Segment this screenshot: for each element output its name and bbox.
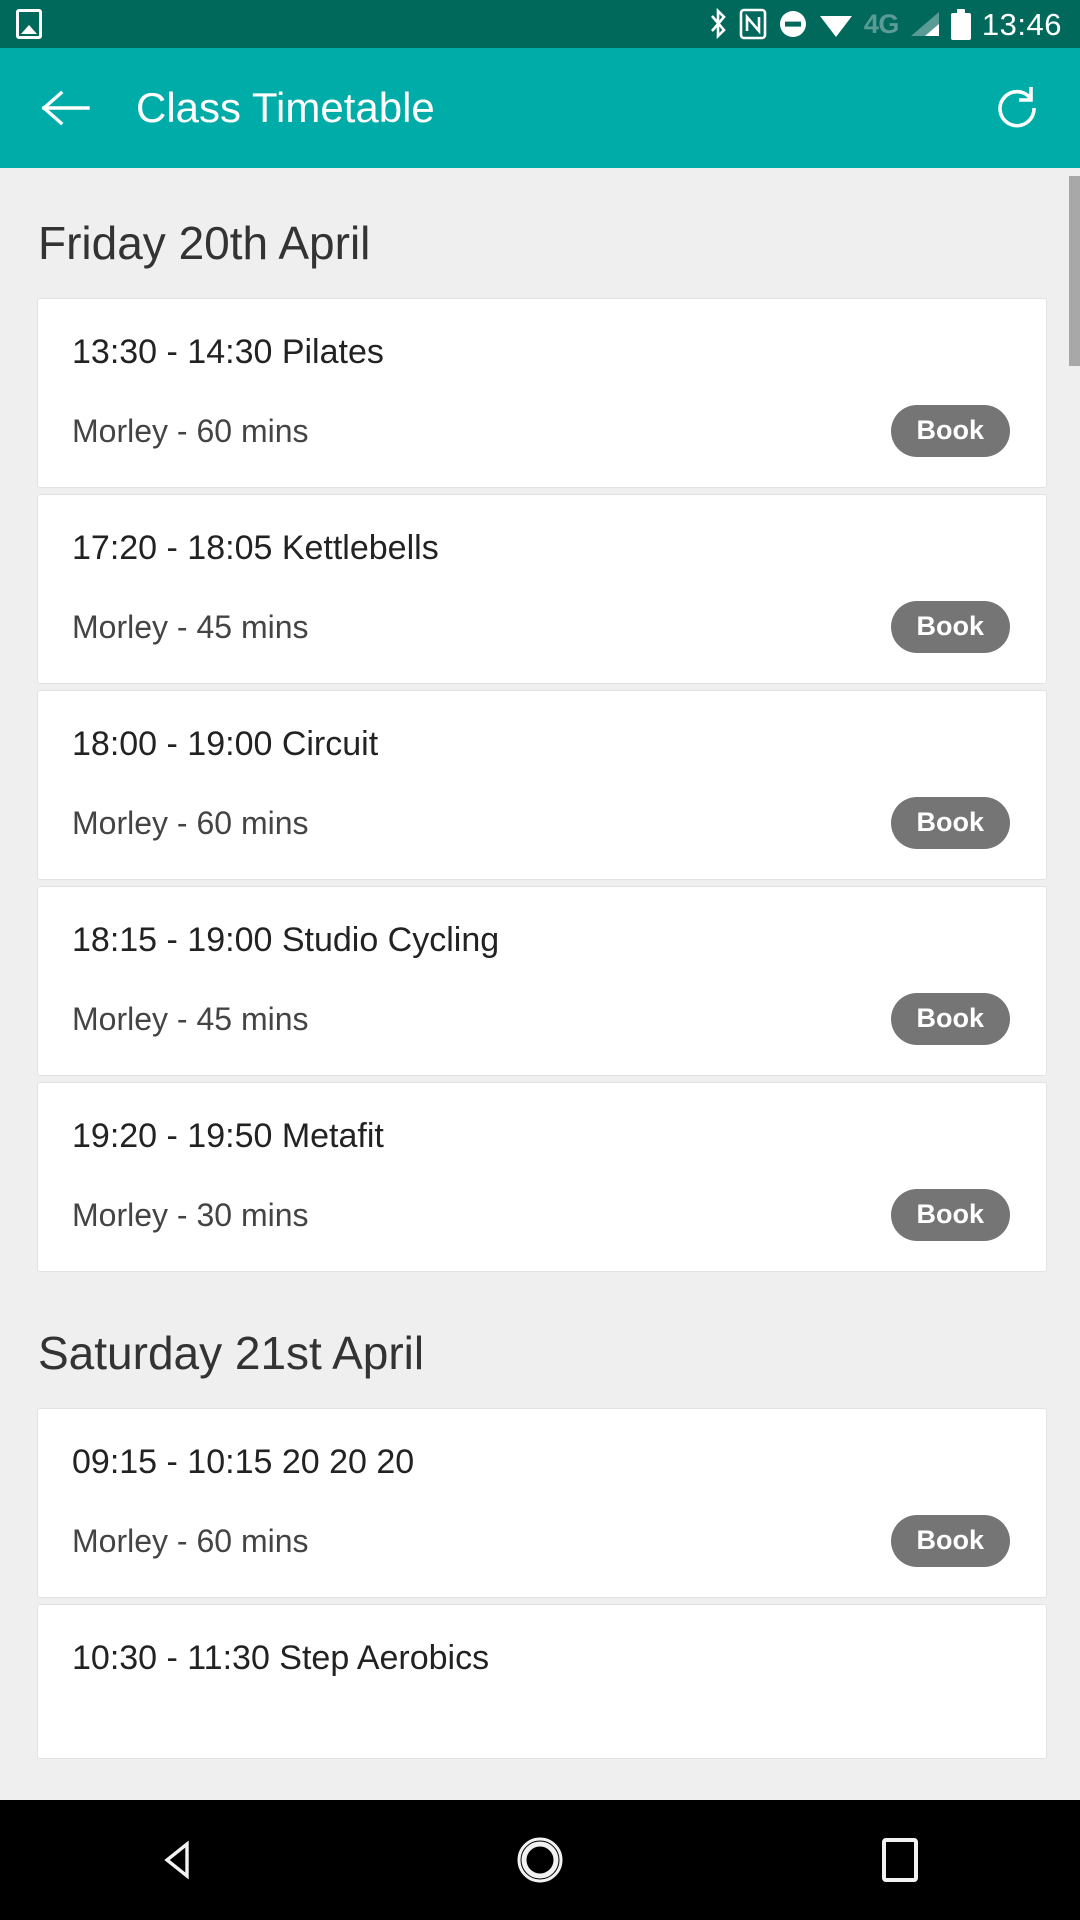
class-title: 13:30 - 14:30 Pilates [72,333,384,371]
app-bar: Class Timetable [0,48,1080,168]
do-not-disturb-icon [778,9,808,39]
class-card-row: Morley - 60 mins Book [72,1515,1016,1567]
nav-back-icon[interactable] [120,1800,240,1920]
class-title: 18:00 - 19:00 Circuit [72,725,379,763]
book-button[interactable]: Book [890,1515,1010,1567]
book-button[interactable]: Book [890,601,1010,653]
class-subtitle: Morley - 60 mins [72,805,309,841]
status-bar-clock: 13:46 [981,6,1062,42]
refresh-button[interactable] [990,81,1044,135]
class-card[interactable]: 19:20 - 19:50 Metafit Morley - 30 mins B… [37,1082,1047,1272]
class-card[interactable]: 18:00 - 19:00 Circuit Morley - 60 mins B… [37,690,1047,880]
nfc-icon [739,8,767,40]
class-card[interactable]: 17:20 - 18:05 Kettlebells Morley - 45 mi… [37,494,1047,684]
class-card-row: Morley - 30 mins Book [72,1189,1016,1241]
battery-icon [950,8,971,40]
book-button[interactable]: Book [890,993,1010,1045]
phone-screen: 4G 13:46 Class Timetable Friday 20th Apr… [0,0,1080,1920]
bluetooth-icon [708,8,728,40]
class-card-row: Morley - 60 mins Book [72,797,1016,849]
class-card[interactable]: 18:15 - 19:00 Studio Cycling Morley - 45… [37,886,1047,1076]
vertical-scrollbar-thumb[interactable] [1069,176,1080,366]
class-card[interactable]: 09:15 - 10:15 20 20 20 Morley - 60 mins … [37,1408,1047,1598]
class-subtitle: Morley - 45 mins [72,609,309,645]
class-title: 17:20 - 18:05 Kettlebells [72,529,439,567]
day-header: Friday 20th April [38,217,371,269]
class-title: 19:20 - 19:50 Metafit [72,1117,384,1155]
status-bar-left [16,9,42,39]
class-card[interactable]: 13:30 - 14:30 Pilates Morley - 60 mins B… [37,298,1047,488]
book-button[interactable]: Book [890,797,1010,849]
class-subtitle: Morley - 45 mins [72,1001,309,1037]
cellular-signal-icon [910,11,940,37]
class-card[interactable]: 10:30 - 11:30 Step Aerobics [37,1604,1047,1759]
timetable-content: Friday 20th April 13:30 - 14:30 Pilates … [0,168,1080,1800]
page-title: Class Timetable [136,84,435,131]
book-button[interactable]: Book [890,405,1010,457]
class-title: 18:15 - 19:00 Studio Cycling [72,921,500,959]
class-title: 09:15 - 10:15 20 20 20 [72,1443,415,1481]
timetable-scroll-area[interactable]: Friday 20th April 13:30 - 14:30 Pilates … [0,168,1080,1800]
day-header: Saturday 21st April [38,1327,425,1379]
class-card-row: Morley - 45 mins Book [72,601,1016,653]
wifi-icon [819,10,853,38]
photo-icon [16,9,42,39]
class-card-row: Morley - 45 mins Book [72,993,1016,1045]
network-type-label: 4G [863,8,900,39]
class-subtitle: Morley - 30 mins [72,1197,309,1233]
book-button[interactable]: Book [890,1189,1010,1241]
class-title: 10:30 - 11:30 Step Aerobics [72,1639,490,1677]
back-button[interactable] [40,82,92,134]
class-card-row: Morley - 60 mins Book [72,405,1016,457]
status-bar: 4G 13:46 [0,0,1080,48]
nav-recents-icon[interactable] [840,1800,960,1920]
status-bar-right: 4G 13:46 [708,8,1062,40]
android-navigation-bar [0,1800,1080,1920]
nav-home-icon[interactable] [480,1800,600,1920]
class-subtitle: Morley - 60 mins [72,1523,309,1559]
class-subtitle: Morley - 60 mins [72,413,309,449]
